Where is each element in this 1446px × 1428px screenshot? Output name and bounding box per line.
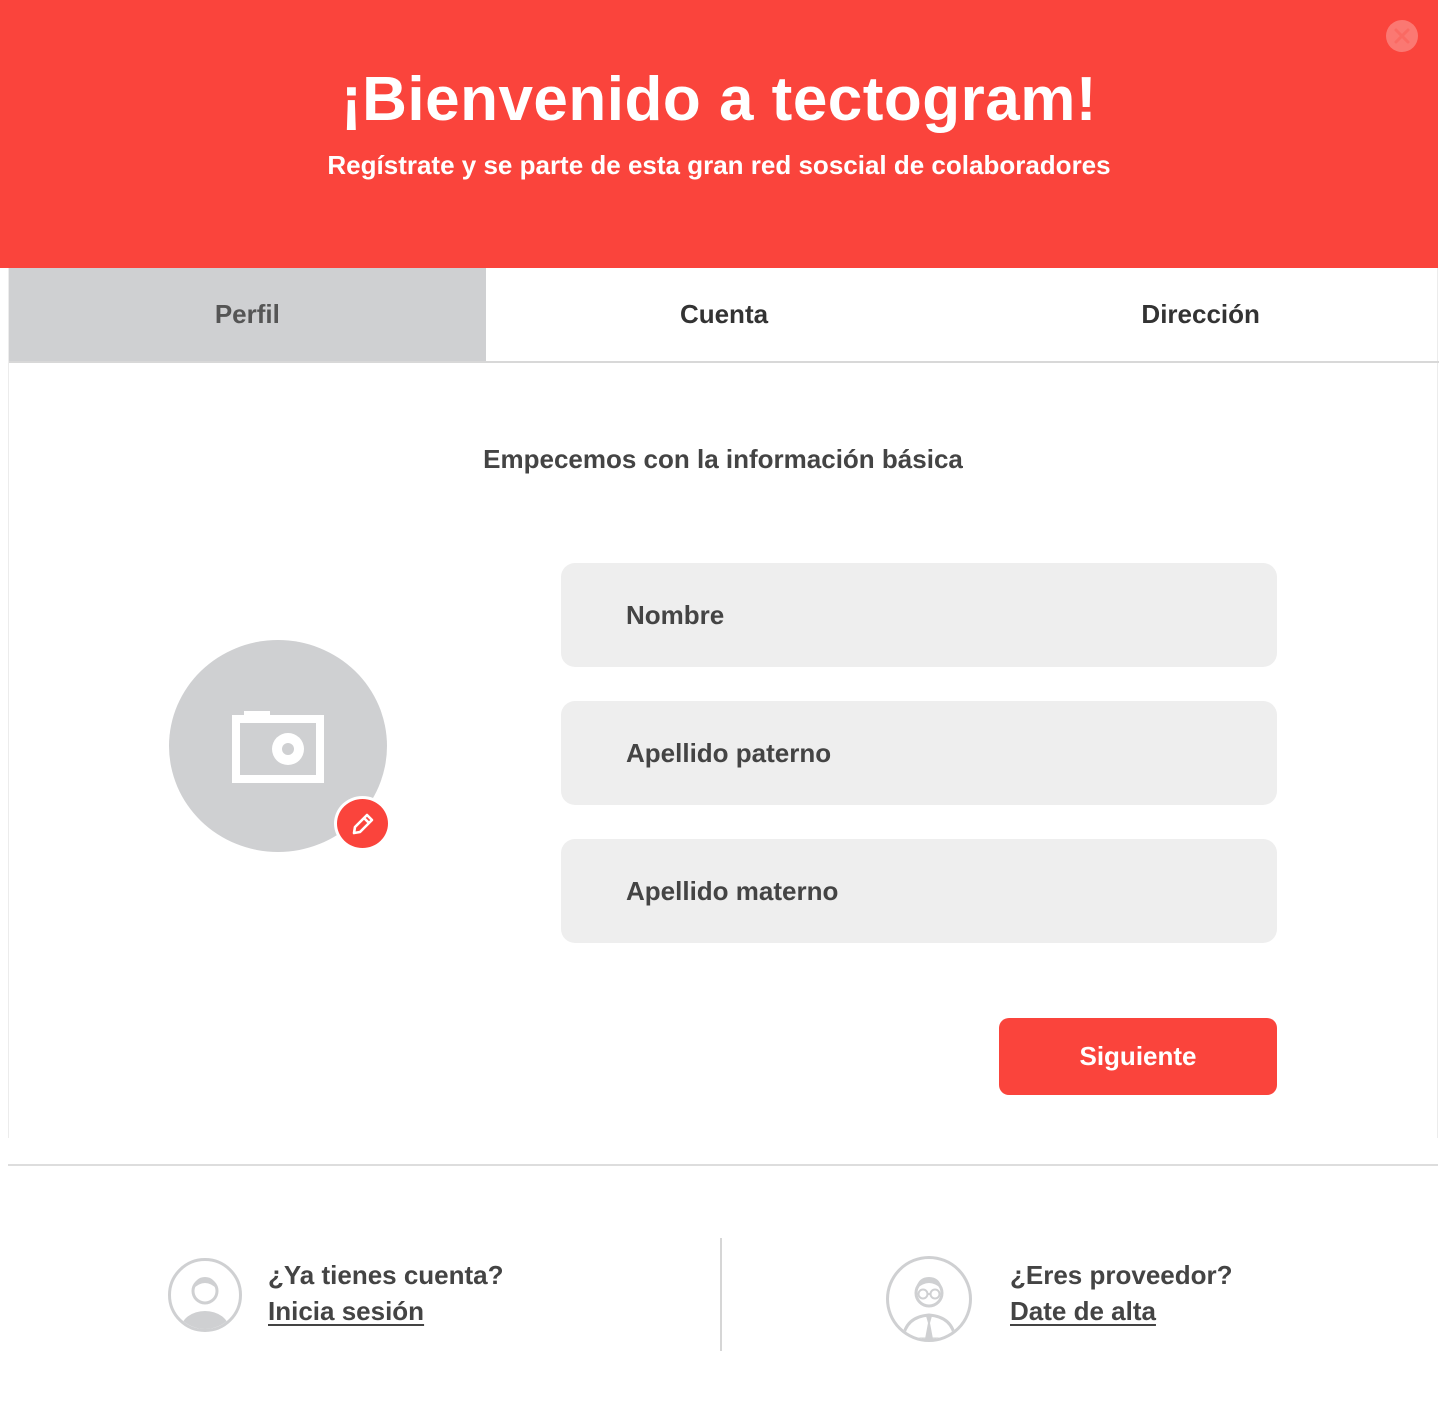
footer-divider [720,1238,722,1351]
close-icon [1394,28,1410,44]
camera-icon [232,711,324,783]
footer-separator [8,1164,1438,1166]
next-button[interactable]: Siguiente [999,1018,1277,1095]
page-subtitle: Regístrate y se parte de esta gran red s… [327,150,1111,180]
login-question: ¿Ya tienes cuenta? [268,1260,504,1290]
page-title: ¡Bienvenido a tectogram! [340,65,1098,134]
apellido-materno-field[interactable] [561,839,1277,943]
step-tabs: Perfil Cuenta Dirección [9,268,1439,363]
form-intro: Empecemos con la información básica [483,444,963,474]
tab-direccion[interactable]: Dirección [962,268,1439,361]
provider-link[interactable]: Date de alta [1010,1294,1156,1328]
tab-perfil[interactable]: Perfil [9,268,486,361]
close-button[interactable] [1386,20,1418,52]
nombre-field[interactable] [561,563,1277,667]
user-icon [168,1258,242,1332]
apellido-paterno-field[interactable] [561,701,1277,805]
edit-avatar-button[interactable] [334,796,391,851]
login-link[interactable]: Inicia sesión [268,1294,424,1328]
provider-icon [886,1256,972,1342]
pencil-icon [352,813,373,834]
provider-question: ¿Eres proveedor? [1010,1260,1233,1290]
registration-card: Perfil Cuenta Dirección Empecemos con la… [8,268,1439,1138]
tab-cuenta[interactable]: Cuenta [486,268,963,361]
welcome-header: ¡Bienvenido a tectogram! Regístrate y se… [0,0,1438,268]
